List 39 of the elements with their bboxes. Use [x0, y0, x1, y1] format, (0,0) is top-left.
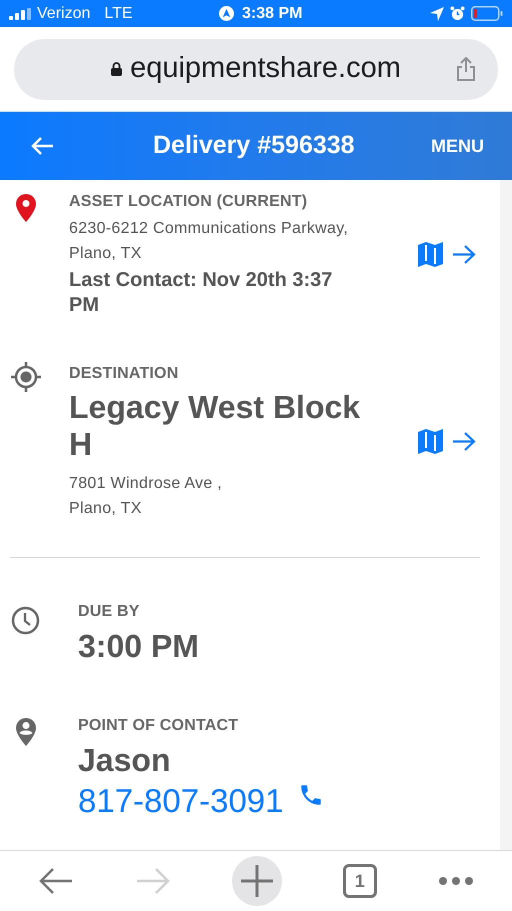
- person-pin-icon: [15, 718, 37, 746]
- plus-icon[interactable]: [232, 856, 282, 906]
- destination-name: Legacy West Block H: [69, 389, 362, 463]
- section-label: DUE BY: [78, 602, 141, 622]
- location-arrow-icon: [430, 6, 444, 20]
- map-icon[interactable]: [418, 242, 443, 266]
- navigation-icon: [219, 6, 234, 21]
- phone-link[interactable]: 817-807-3091: [78, 780, 284, 822]
- lock-icon: [111, 62, 122, 76]
- arrow-right-icon[interactable]: [453, 432, 476, 451]
- map-pin-icon: [15, 194, 37, 222]
- alarm-icon: [450, 6, 465, 21]
- address-text: 7801 Windrose Ave ,: [69, 474, 224, 494]
- menu-button[interactable]: MENU: [431, 132, 484, 160]
- contact-name: Jason: [78, 741, 172, 780]
- address-bar[interactable]: equipmentshare.com: [14, 38, 498, 100]
- clock-text: 3:38 PM: [242, 4, 302, 24]
- tab-count-button[interactable]: 1: [342, 864, 377, 898]
- due-time: 3:00 PM: [78, 627, 199, 666]
- page-title: Delivery #596338: [153, 130, 355, 162]
- network-text: LTE: [104, 4, 133, 24]
- arrow-right-icon[interactable]: [453, 244, 476, 264]
- signal-icon: [9, 8, 31, 20]
- address-text: Plano, TX: [69, 244, 143, 264]
- section-label: ASSET LOCATION (CURRENT): [69, 192, 308, 212]
- more-icon[interactable]: [438, 876, 474, 886]
- target-icon: [11, 362, 41, 392]
- address-text: Plano, TX: [69, 499, 143, 519]
- battery-icon: [471, 6, 503, 21]
- section-label: DESTINATION: [69, 364, 180, 384]
- map-icon[interactable]: [418, 429, 443, 454]
- url-text: equipmentshare.com: [130, 51, 401, 86]
- address-text: 6230-6212 Communications Parkway,: [69, 219, 350, 239]
- last-contact-text: Last Contact: Nov 20th 3:37 PM: [69, 268, 334, 318]
- back-arrow-icon[interactable]: [38, 866, 74, 896]
- section-label: POINT OF CONTACT: [78, 716, 240, 736]
- carrier-text: Verizon: [37, 4, 90, 24]
- share-icon[interactable]: [456, 56, 476, 80]
- clock-icon: [11, 606, 40, 635]
